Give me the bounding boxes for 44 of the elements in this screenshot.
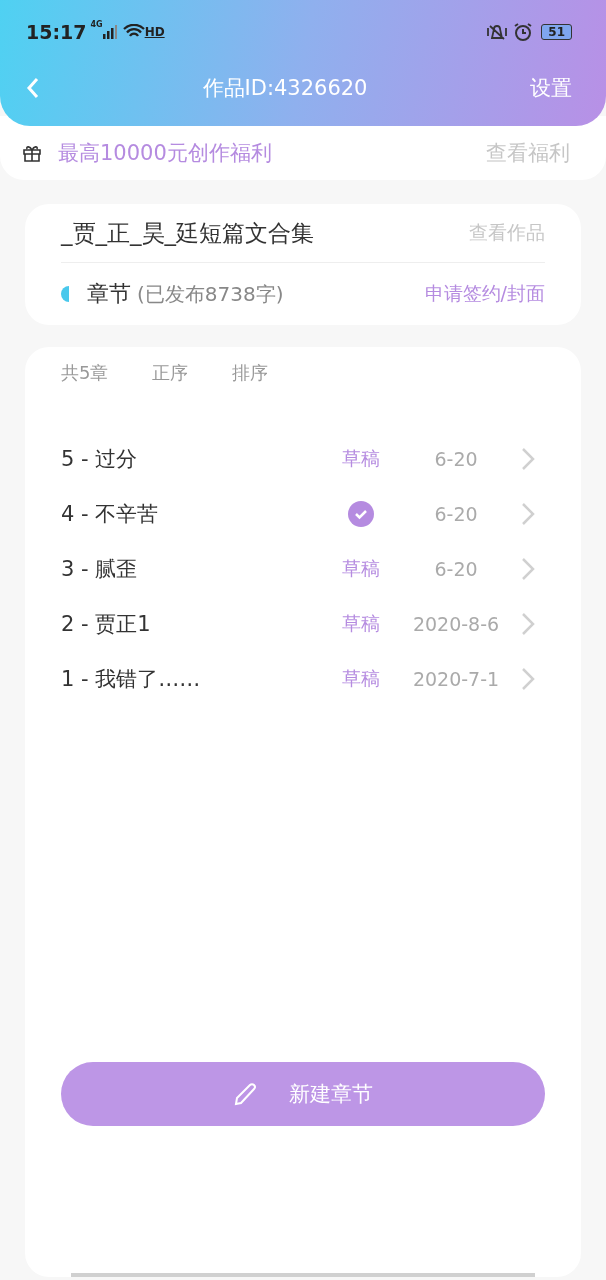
chevron-right-icon — [521, 501, 535, 526]
settings-link[interactable]: 设置 — [530, 74, 572, 102]
gift-icon — [22, 143, 42, 163]
chevron-right-icon — [521, 556, 535, 581]
chapter-date: 2020-8-6 — [412, 612, 500, 635]
chapter-count: 共5章 — [61, 361, 109, 385]
page-title: 作品ID:4326620 — [202, 75, 368, 102]
vibrate-icon — [485, 23, 510, 41]
chapter-date: 6-20 — [434, 502, 478, 525]
chapter-title[interactable]: 3 - 腻歪 — [61, 554, 331, 583]
new-chapter-button[interactable]: 新建章节 — [61, 1062, 545, 1126]
chapter-title[interactable]: 2 - 贾正1 — [61, 609, 331, 638]
signal-icon — [102, 25, 117, 39]
draft-status: 草稿 — [342, 665, 380, 691]
pencil-icon — [233, 1081, 259, 1107]
chevron-right-icon — [521, 446, 535, 471]
section-label: 章节 — [87, 280, 131, 308]
network-label: 4G — [90, 20, 103, 29]
chapter-date: 6-20 — [434, 557, 478, 580]
battery-level: 51 — [541, 24, 572, 40]
draft-status: 草稿 — [342, 555, 380, 581]
word-count: (已发布8738字) — [137, 280, 285, 308]
alarm-icon — [513, 22, 534, 42]
chapter-date: 6-20 — [434, 447, 478, 470]
status-time: 15:17 — [26, 21, 87, 43]
draft-status: 草稿 — [342, 610, 380, 636]
chevron-right-icon — [521, 666, 535, 691]
chapter-title[interactable]: 4 - 不辛苦 — [61, 499, 331, 528]
sort-option[interactable]: 正序 — [152, 361, 189, 385]
draft-status: 草稿 — [342, 445, 380, 471]
work-title: _贾_正_昊_廷短篇文合集 — [61, 218, 315, 248]
promo-text: 最高10000元创作福利 — [58, 140, 273, 167]
sort-option[interactable]: 排序 — [232, 361, 269, 385]
view-work-link[interactable]: 查看作品 — [469, 220, 545, 246]
back-icon[interactable] — [26, 77, 40, 99]
view-benefits-link[interactable]: 查看福利 — [486, 139, 570, 167]
chapter-date: 2020-7-1 — [412, 667, 500, 690]
check-circle-icon — [348, 500, 374, 527]
hd-label: HD — [144, 25, 165, 39]
chapter-title[interactable]: 1 - 我错了…… — [61, 664, 331, 693]
apply-contract-link[interactable]: 申请签约/封面 — [424, 281, 545, 307]
chevron-right-icon — [521, 611, 535, 636]
section-marker — [61, 286, 69, 302]
chapter-title[interactable]: 5 - 过分 — [61, 444, 331, 473]
